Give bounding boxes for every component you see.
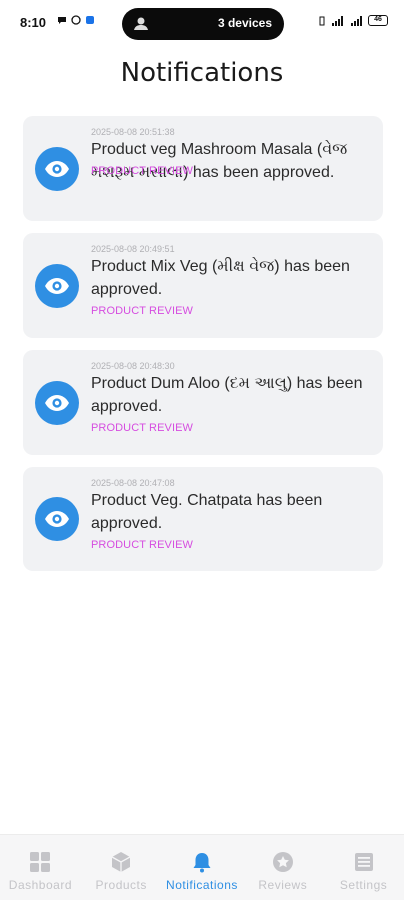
nav-item-products[interactable]: Products [81,835,162,900]
nav-label: Notifications [166,878,238,892]
notification-message: Product Mix Veg (મીક્ષ વેજ) has been app… [91,258,350,298]
star-icon [272,852,293,872]
status-system-icons: 46 [317,15,388,26]
devices-count: 3 devices [217,16,272,30]
status-time: 8:10 [20,15,47,30]
battery-icon: 46 [368,15,388,26]
status-notification-icons [57,15,95,25]
notification-timestamp: 2025-08-08 20:51:38 [91,127,175,137]
messenger-icon [86,16,94,24]
nav-item-dashboard[interactable]: Dashboard [0,835,81,900]
nav-item-notifications[interactable]: Notifications [162,835,243,900]
nav-label: Products [95,878,147,892]
nav-label: Settings [339,878,388,892]
notification-card[interactable]: 2025-08-08 20:49:51 Product Mix Veg (મીક… [23,233,383,338]
notification-card[interactable]: 2025-08-08 20:51:38 Product veg Mashroom… [23,116,383,221]
eye-icon [35,147,79,191]
notification-card[interactable]: 2025-08-08 20:47:08 Product Veg. Chatpat… [23,467,383,571]
eye-icon [35,264,79,308]
nav-label: Reviews [258,878,308,892]
chat-icon [58,17,66,24]
notification-timestamp: 2025-08-08 20:48:30 [91,361,175,371]
connected-devices-pill[interactable]: 3 devices [122,8,284,40]
status-bar: 8:10 3 devices 46 [0,0,404,46]
signal-icon [332,15,343,26]
signal-2-icon [351,15,362,26]
notification-tag: PRODUCT REVIEW [91,305,194,317]
notification-tag: PRODUCT REVIEW [91,422,194,434]
grid-icon [30,852,51,872]
nav-item-reviews[interactable]: Reviews [242,835,323,900]
vibrate-icon [319,16,325,25]
notification-tag: PRODUCT REVIEW [91,539,194,551]
bell-icon [193,853,211,873]
bottom-navigation: Dashboard Products Notifications Reviews… [0,834,404,900]
car-icon [134,17,148,30]
list-icon [354,853,373,871]
nav-item-settings[interactable]: Settings [323,835,404,900]
notification-timestamp: 2025-08-08 20:49:51 [91,244,175,254]
notification-list: 2025-08-08 20:51:38 Product veg Mashroom… [23,116,383,583]
eye-icon [35,497,79,541]
notification-message: Product Veg. Chatpata has been approved. [91,492,323,532]
box-icon [111,852,131,872]
nav-label: Dashboard [8,878,72,892]
notification-card[interactable]: 2025-08-08 20:48:30 Product Dum Aloo (દમ… [23,350,383,455]
eye-icon [35,381,79,425]
whatsapp-icon [71,15,81,25]
notification-timestamp: 2025-08-08 20:47:08 [91,478,175,488]
page-title: Notifications [120,58,284,88]
notification-message: Product Dum Aloo (દમ આલુ) has been appro… [91,375,363,415]
